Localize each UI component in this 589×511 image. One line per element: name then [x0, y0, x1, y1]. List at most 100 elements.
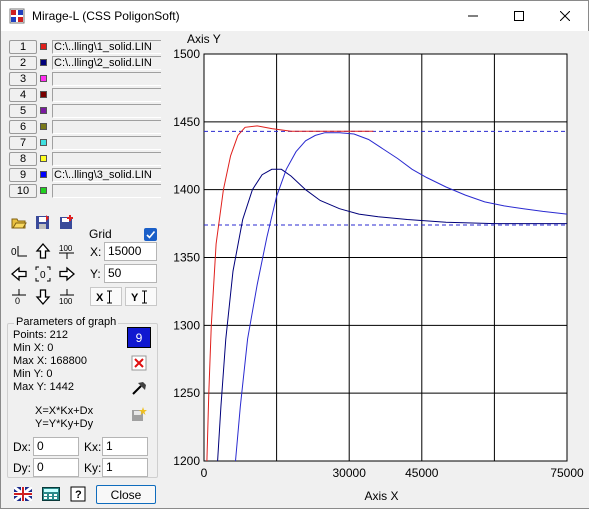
arrow-right-icon: [58, 266, 75, 282]
hundred-bottom-button[interactable]: 100: [57, 288, 76, 306]
open-file-button[interactable]: [9, 213, 28, 231]
help-button[interactable]: ?: [69, 485, 88, 503]
x-step-input[interactable]: 15000: [104, 242, 157, 261]
file-path-field[interactable]: C:\..lling\3_solid.LIN: [52, 168, 166, 182]
color-swatch[interactable]: [40, 139, 47, 146]
ky-input[interactable]: 1: [102, 458, 148, 477]
delete-x-icon: [131, 355, 146, 371]
y-step-input[interactable]: 50: [104, 264, 157, 283]
y-tick-label: 1400: [173, 183, 200, 197]
file-path-field[interactable]: [52, 104, 166, 118]
file-number-button[interactable]: 8: [9, 152, 37, 166]
line-chart[interactable]: 12001250130013501400145015000 30000 45000 7…: [161, 31, 589, 508]
zero-bottom-button[interactable]: 0: [9, 288, 28, 306]
file-path-field[interactable]: [52, 136, 166, 150]
max-x-value: Max X: 168800: [13, 355, 87, 367]
color-swatch[interactable]: [40, 155, 47, 162]
svg-text:100: 100: [59, 297, 73, 305]
y-tick-label: 1300: [173, 318, 200, 332]
color-swatch[interactable]: [40, 123, 47, 130]
color-swatch[interactable]: [40, 75, 47, 82]
arrow-left-icon: [10, 266, 27, 282]
svg-text:0: 0: [15, 296, 20, 305]
dx-input[interactable]: 0: [33, 437, 79, 456]
control-panel: 1 C:\..lling\1_solid.LIN 2 C:\..lling\2_sol…: [1, 31, 166, 508]
file-path-field[interactable]: [52, 152, 166, 166]
center-zero-button[interactable]: 0: [33, 265, 52, 283]
color-swatch[interactable]: [40, 43, 47, 50]
formula-y: Y=Y*Ky+Dy: [35, 418, 94, 430]
file-number-button[interactable]: 10: [9, 184, 37, 198]
x-axis-title: Axis X: [364, 489, 398, 503]
pan-left-button[interactable]: [9, 265, 28, 283]
file-path-field[interactable]: [52, 120, 166, 134]
dy-input[interactable]: 0: [33, 458, 79, 477]
arrow-down-icon: [35, 289, 50, 305]
zero-left-icon: 0: [11, 246, 27, 258]
svg-text:?: ?: [75, 489, 82, 501]
language-button[interactable]: [13, 485, 32, 503]
file-path-field[interactable]: [52, 184, 166, 198]
fit-x-button[interactable]: X: [90, 287, 122, 306]
maximize-button[interactable]: [496, 1, 542, 31]
x-tick-label: 0: [201, 466, 208, 480]
zero-bottom-icon: 0: [11, 289, 26, 305]
selected-file-indicator[interactable]: 9: [127, 327, 151, 348]
svg-text:100: 100: [59, 244, 73, 253]
x-step-label: X:: [90, 245, 102, 259]
svg-text:0: 0: [40, 270, 46, 281]
y-tick-label: 1350: [173, 251, 200, 265]
close-button[interactable]: Close: [96, 485, 156, 504]
calculator-icon: [41, 487, 60, 501]
app-icon: [9, 8, 25, 24]
max-y-value: Max Y: 1442: [13, 381, 74, 393]
delete-data-button[interactable]: [129, 354, 148, 372]
zero-left-button[interactable]: 0: [9, 242, 28, 260]
svg-text:X: X: [96, 292, 104, 304]
pan-up-button[interactable]: [33, 242, 52, 260]
fit-y-icon: Y: [131, 290, 147, 304]
color-swatch[interactable]: [40, 59, 47, 66]
grid-label: Grid: [89, 227, 112, 241]
file-number-button[interactable]: 2: [9, 56, 37, 70]
file-number-button[interactable]: 4: [9, 88, 37, 102]
flag-icon: [13, 487, 32, 501]
file-path-field[interactable]: C:\..lling\1_solid.LIN: [52, 40, 166, 54]
file-number-button[interactable]: 9: [9, 168, 37, 182]
file-number-button[interactable]: 6: [9, 120, 37, 134]
minimize-button[interactable]: [450, 1, 496, 31]
file-number-button[interactable]: 3: [9, 72, 37, 86]
file-path-field[interactable]: [52, 72, 166, 86]
color-swatch[interactable]: [40, 187, 47, 194]
close-window-button[interactable]: [542, 1, 588, 31]
y-axis-title: Axis Y: [187, 32, 221, 46]
ky-label: Ky:: [84, 461, 102, 475]
pan-down-button[interactable]: [33, 288, 52, 306]
save-params-button[interactable]: [129, 405, 148, 423]
pan-right-button[interactable]: [57, 265, 76, 283]
y-tick-label: 1450: [173, 115, 200, 129]
y-tick-label: 1500: [173, 47, 200, 61]
grid-checkbox[interactable]: [144, 228, 157, 241]
parameters-group: Parameters of graph Points: 212 Min X: 0…: [7, 316, 158, 478]
help-book-icon: ?: [70, 486, 85, 502]
apply-formula-button[interactable]: [129, 379, 148, 397]
color-swatch[interactable]: [40, 107, 47, 114]
color-swatch[interactable]: [40, 171, 47, 178]
hundred-top-icon: 100: [58, 244, 74, 259]
color-swatch[interactable]: [40, 91, 47, 98]
checkmark-icon: [146, 230, 156, 239]
save-file-button[interactable]: [33, 213, 52, 231]
file-number-button[interactable]: 7: [9, 136, 37, 150]
file-path-field[interactable]: [52, 88, 166, 102]
points-count: Points: 212: [13, 329, 69, 341]
kx-input[interactable]: 1: [102, 437, 148, 456]
file-path-field[interactable]: C:\..lling\2_solid.LIN: [52, 56, 166, 70]
file-number-button[interactable]: 1: [9, 40, 37, 54]
add-file-button[interactable]: [57, 213, 76, 231]
hundred-top-button[interactable]: 100: [57, 242, 76, 260]
x-tick-label: 30000: [333, 466, 367, 480]
file-number-button[interactable]: 5: [9, 104, 37, 118]
fit-y-button[interactable]: Y: [125, 287, 157, 306]
calculator-button[interactable]: [41, 485, 60, 503]
